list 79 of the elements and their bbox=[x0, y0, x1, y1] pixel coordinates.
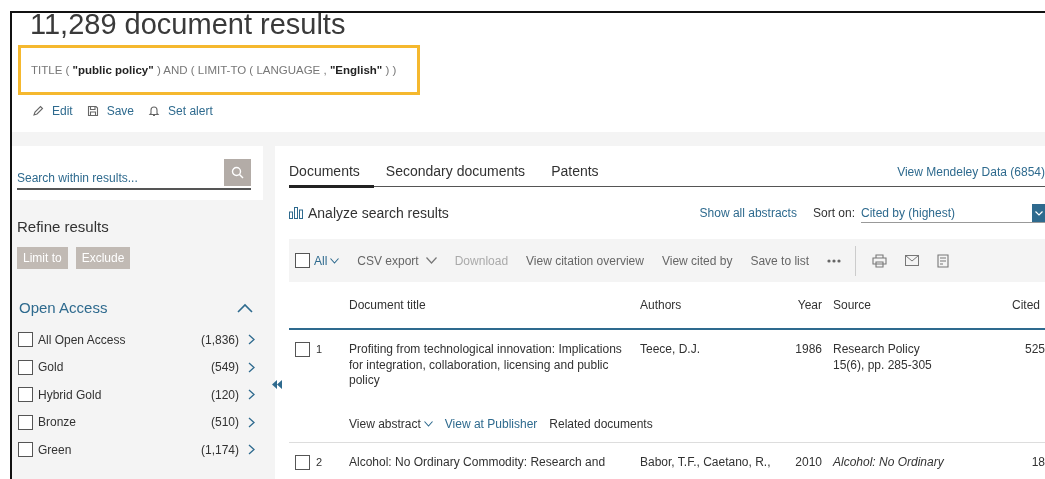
toolbar-action[interactable]: View cited by bbox=[661, 253, 733, 268]
authors-cell-text: Babor, T.F., Caetano, R., bbox=[640, 454, 772, 470]
bell-icon bbox=[148, 105, 161, 117]
search-box[interactable]: Search within results... bbox=[12, 146, 263, 200]
facet-label: Gold bbox=[38, 360, 65, 375]
column-header: Year bbox=[796, 298, 822, 312]
facet-count: (549) bbox=[211, 360, 239, 375]
analyze-link[interactable]: Analyze search results bbox=[308, 205, 449, 221]
checkbox[interactable] bbox=[18, 442, 33, 458]
query-action-link[interactable]: Edit bbox=[32, 104, 73, 118]
chevron-icon[interactable] bbox=[237, 302, 253, 313]
document-title-link[interactable]: Profiting from technological innovation: Implications for integration, collaboration, licensing and public policy bbox=[349, 342, 640, 389]
query-text: TITLE ( "public policy" ) AND ( LIMIT-TO ( LANGUAGE , "English" ) ) bbox=[31, 64, 397, 76]
mail-icon[interactable] bbox=[905, 255, 920, 266]
checkbox[interactable] bbox=[18, 332, 33, 348]
row-number: 1 bbox=[316, 342, 323, 357]
year-cell-text: 2010 bbox=[794, 454, 822, 470]
more-icon[interactable] bbox=[827, 258, 842, 263]
cited-count: 18 bbox=[1030, 454, 1045, 470]
mendeley-link[interactable]: View Mendeley Data (6854) bbox=[897, 165, 1045, 186]
caret-icon bbox=[425, 257, 437, 264]
checkbox[interactable] bbox=[18, 387, 33, 403]
result-link[interactable]: View abstract bbox=[349, 416, 433, 431]
tab[interactable]: Secondary documents bbox=[385, 163, 540, 188]
pencil-icon bbox=[32, 105, 44, 117]
query-action-link[interactable]: Save bbox=[86, 104, 135, 118]
facet-label: Hybrid Gold bbox=[38, 387, 103, 402]
source-title: Research Policy bbox=[833, 342, 921, 358]
chevron-right-icon[interactable] bbox=[248, 416, 255, 428]
tab[interactable]: Documents bbox=[289, 163, 374, 188]
facet-label: Green bbox=[38, 442, 73, 457]
cited-count: 525 bbox=[1023, 342, 1045, 358]
print-icon[interactable] bbox=[872, 253, 888, 268]
source-title: Alcohol: No Ordinary bbox=[833, 454, 945, 470]
caret-icon bbox=[330, 257, 340, 264]
facet-count: (510) bbox=[211, 415, 239, 430]
checkbox[interactable] bbox=[18, 414, 33, 430]
result-link[interactable]: Related documents bbox=[549, 416, 653, 431]
column-header: Source bbox=[832, 298, 873, 312]
authors-cell-text: Teece, D.J. bbox=[640, 342, 702, 358]
row-checkbox[interactable] bbox=[295, 342, 310, 357]
tab[interactable]: Patents bbox=[551, 163, 613, 188]
chevron-right-icon[interactable] bbox=[248, 334, 255, 346]
facet-title: Open Access bbox=[19, 299, 108, 316]
document-title-link[interactable]: Alcohol: No Ordinary Commodity: Research and bbox=[349, 454, 640, 470]
toolbar-action[interactable]: View citation overview bbox=[526, 253, 644, 268]
toolbar-action[interactable]: CSV export bbox=[357, 253, 437, 268]
chevron-right-icon[interactable] bbox=[248, 444, 255, 456]
chevron-right-icon[interactable] bbox=[248, 389, 255, 401]
toolbar-action[interactable]: Save to list bbox=[750, 253, 810, 268]
column-header: Document title bbox=[349, 298, 427, 312]
facet-count: (1,174) bbox=[200, 442, 239, 457]
source-detail: 15(6), pp. 285-305 bbox=[833, 357, 933, 373]
select-all-checkbox[interactable] bbox=[295, 253, 310, 268]
show-abstracts-link[interactable]: Show all abstracts bbox=[699, 206, 797, 220]
column-header: Cited bbox=[1011, 298, 1041, 312]
facet-count: (1,836) bbox=[200, 332, 239, 347]
query-action-link[interactable]: Set alert bbox=[148, 104, 213, 118]
year-cell-text: 1986 bbox=[794, 342, 822, 358]
sort-label: Sort on: bbox=[812, 206, 855, 220]
row-number: 2 bbox=[316, 454, 323, 470]
facet-count: (120) bbox=[211, 387, 239, 402]
refine-heading: Refine results bbox=[16, 217, 110, 235]
bar-chart-icon bbox=[289, 207, 304, 219]
dropdown-button[interactable] bbox=[1032, 204, 1045, 222]
checkbox[interactable] bbox=[18, 359, 33, 375]
results-title: 11,289 document results bbox=[30, 13, 347, 39]
result-link[interactable]: View at Publisher bbox=[444, 416, 538, 431]
floppy-icon bbox=[86, 105, 99, 117]
caret-icon bbox=[1035, 210, 1043, 216]
row-checkbox[interactable] bbox=[295, 454, 310, 470]
select-all-dropdown[interactable]: All bbox=[314, 253, 340, 268]
search-icon bbox=[231, 166, 244, 179]
column-header: Authors bbox=[640, 298, 683, 312]
caret-icon bbox=[423, 420, 433, 427]
facet-label: All Open Access bbox=[38, 332, 127, 347]
chevron-right-icon[interactable] bbox=[248, 361, 255, 373]
collapse-icon[interactable] bbox=[272, 380, 282, 389]
facet-label: Bronze bbox=[38, 415, 78, 430]
